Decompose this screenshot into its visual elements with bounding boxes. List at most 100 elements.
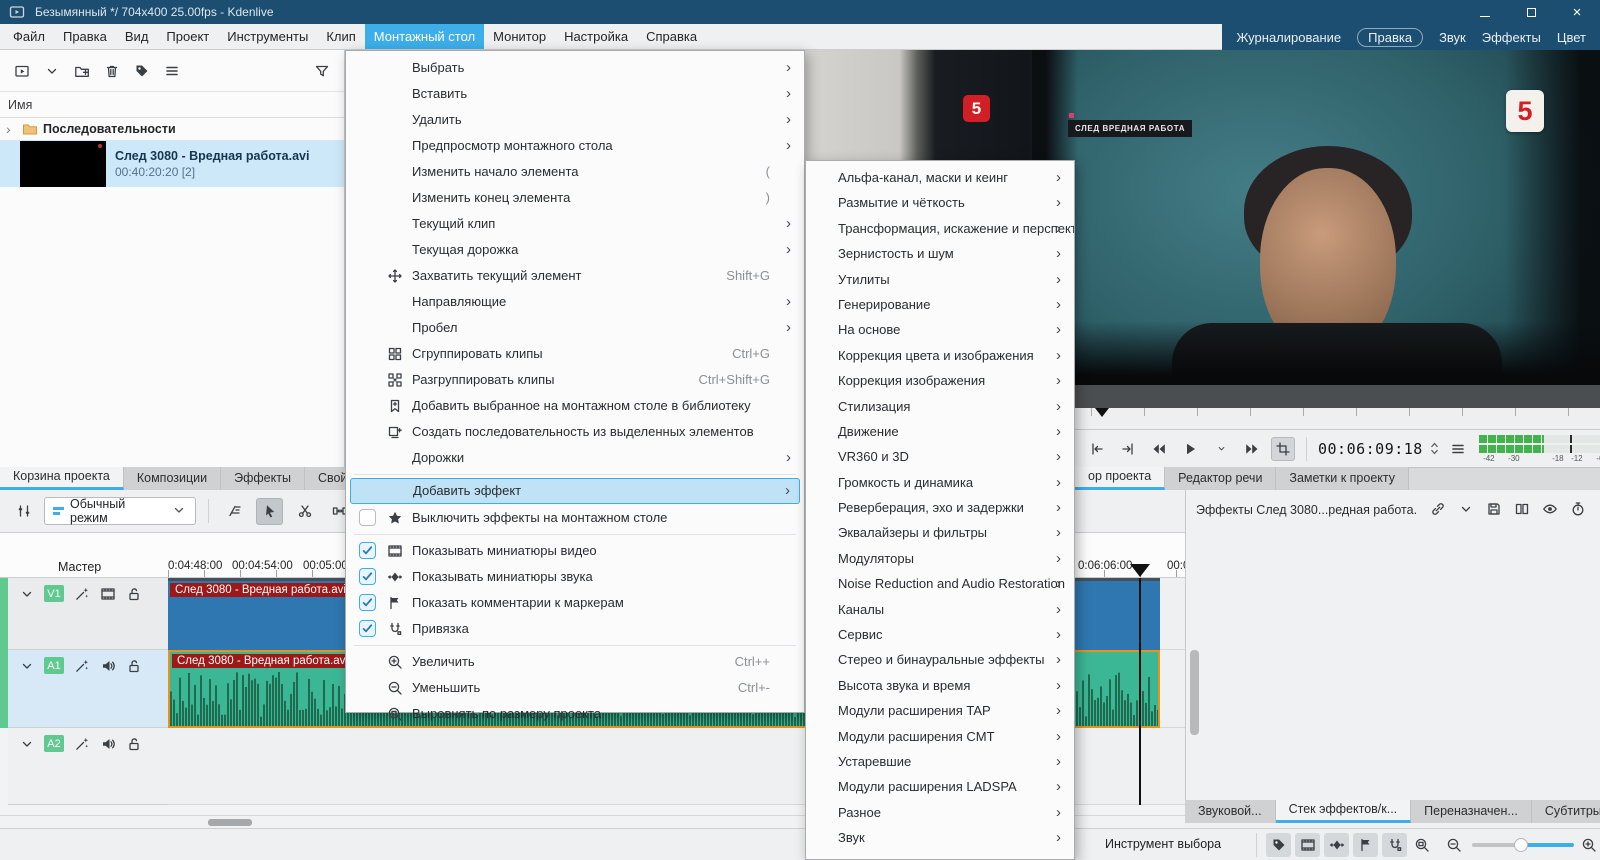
chevron-down-button[interactable] [1457, 500, 1474, 520]
effect-category-2[interactable]: Трансформация, искажение и перспектива› [806, 216, 1074, 241]
monitor-tab-0[interactable]: ор проекта [1075, 467, 1165, 490]
selection-tool-button[interactable] [256, 498, 283, 525]
maximize-button[interactable] [1508, 0, 1554, 24]
play-options-button[interactable] [1209, 437, 1233, 461]
add-clip-button[interactable] [10, 59, 34, 83]
film-toggle-button[interactable] [1295, 833, 1320, 857]
timeline-zoom-slider[interactable] [1472, 836, 1574, 854]
collapse-track-button[interactable] [18, 585, 35, 605]
effect-category-1[interactable]: Размытие и чёткость› [806, 190, 1074, 215]
playhead[interactable] [1130, 564, 1150, 577]
menu-item-18[interactable]: Выключить эффекты на монтажном столе [346, 505, 804, 531]
monitor-playhead[interactable] [1095, 408, 1109, 417]
speaker-button[interactable] [99, 657, 116, 677]
effects-tab-2[interactable]: Переназначен... [1411, 800, 1532, 823]
effect-category-0[interactable]: Альфа-канал, маски и кеинг› [806, 165, 1074, 190]
menu-item-23[interactable]: Привязка [346, 616, 804, 642]
zoom-fit-button[interactable] [1413, 836, 1430, 856]
magic-wand-button[interactable] [73, 735, 90, 755]
timecode-spinner[interactable] [1430, 442, 1439, 455]
effect-category-18[interactable]: Сервис› [806, 622, 1074, 647]
monitor-seek-ruler[interactable] [1030, 408, 1600, 430]
effect-category-22[interactable]: Модули расширения CMT› [806, 724, 1074, 749]
menubar-item-0[interactable]: Файл [4, 24, 54, 49]
zoom-out-button[interactable] [1445, 836, 1462, 856]
effect-category-20[interactable]: Высота звука и время› [806, 673, 1074, 698]
workspace-item-4[interactable]: Цвет [1557, 30, 1586, 45]
monitor-tab-2[interactable]: Заметки к проекту [1276, 467, 1409, 490]
play-button[interactable] [1178, 437, 1202, 461]
menu-item-0[interactable]: Выбрать› [346, 55, 804, 81]
scrollbar-thumb[interactable] [1190, 650, 1199, 735]
menu-item-13[interactable]: Добавить выбранное на монтажном столе в … [346, 393, 804, 419]
tag-toggle-button[interactable] [1266, 833, 1291, 857]
menu-item-22[interactable]: Показать комментарии к маркерам [346, 590, 804, 616]
close-button[interactable]: × [1554, 0, 1600, 24]
speaker-button[interactable] [99, 735, 116, 755]
menu-item-1[interactable]: Вставить› [346, 81, 804, 107]
magic-wand-button[interactable] [73, 585, 90, 605]
menubar-item-8[interactable]: Настройка [555, 24, 637, 49]
menubar-item-1[interactable]: Правка [54, 24, 116, 49]
collapse-track-button[interactable] [18, 657, 35, 677]
effect-category-8[interactable]: Коррекция изображения› [806, 368, 1074, 393]
slider-thumb[interactable] [1514, 838, 1528, 852]
effect-category-5[interactable]: Генерирование› [806, 292, 1074, 317]
menu-item-8[interactable]: Захватить текущий элементShift+G [346, 263, 804, 289]
bin-tab-0[interactable]: Корзина проекта [0, 467, 124, 490]
eye-button[interactable] [1541, 500, 1558, 520]
effects-tab-0[interactable]: Звуковой... [1185, 800, 1276, 823]
fast-forward-button[interactable] [1240, 437, 1264, 461]
effect-category-21[interactable]: Модули расширения TAP› [806, 698, 1074, 723]
timer-button[interactable] [1569, 500, 1586, 520]
menu-item-14[interactable]: Создать последовательность из выделенных… [346, 419, 804, 445]
effect-category-14[interactable]: Эквалайзеры и фильтры› [806, 520, 1074, 545]
menu-item-7[interactable]: Текущая дорожка› [346, 237, 804, 263]
effect-category-7[interactable]: Коррекция цвета и изображения› [806, 343, 1074, 368]
menubar-item-3[interactable]: Проект [157, 24, 218, 49]
effect-category-17[interactable]: Каналы› [806, 597, 1074, 622]
create-folder-button[interactable] [70, 59, 94, 83]
monitor-timecode[interactable]: 00:06:09:18 [1318, 440, 1423, 458]
menubar-item-4[interactable]: Инструменты [218, 24, 317, 49]
minimize-button[interactable] [1462, 0, 1508, 24]
scissors-button[interactable] [291, 498, 318, 525]
effect-category-16[interactable]: Noise Reduction and Audio Restoration› [806, 571, 1074, 596]
effect-category-6[interactable]: На основе› [806, 317, 1074, 342]
bin-clip-row[interactable]: След 3080 - Вредная работа.avi 00:40:20:… [0, 140, 344, 187]
workspace-item-1[interactable]: Правка [1357, 28, 1423, 47]
menu-item-9[interactable]: Направляющие› [346, 289, 804, 315]
menu-item-10[interactable]: Пробел› [346, 315, 804, 341]
effect-category-12[interactable]: Громкость и динамика› [806, 470, 1074, 495]
effect-category-4[interactable]: Утилиты› [806, 267, 1074, 292]
menubar-item-6[interactable]: Монтажный стол [365, 24, 484, 49]
filter-button[interactable] [310, 59, 334, 83]
zoom-in-button[interactable] [1580, 836, 1597, 856]
audio-thumb-toggle-button[interactable] [1324, 833, 1349, 857]
track-mixer-button[interactable] [12, 499, 36, 523]
track-badge-v1[interactable]: V1 [44, 585, 64, 602]
effect-category-15[interactable]: Модуляторы› [806, 546, 1074, 571]
effect-category-19[interactable]: Стерео и бинауральные эффекты› [806, 647, 1074, 672]
menubar-item-9[interactable]: Справка [637, 24, 706, 49]
save-button[interactable] [1485, 500, 1502, 520]
delete-button[interactable] [100, 59, 124, 83]
effects-tab-1[interactable]: Стек эффектов/к... [1276, 800, 1412, 823]
effects-tab-3[interactable]: Субтитры [1532, 800, 1600, 823]
go-to-zone-end-button[interactable] [1116, 437, 1140, 461]
workspace-item-0[interactable]: Журналирование [1236, 30, 1341, 45]
menu-item-15[interactable]: Дорожки› [346, 445, 804, 471]
menu-item-4[interactable]: Изменить начало элемента( [346, 159, 804, 185]
rewind-button[interactable] [1147, 437, 1171, 461]
magnet-toggle-button[interactable] [1382, 833, 1407, 857]
flag-toggle-button[interactable] [1353, 833, 1378, 857]
track-badge-a1[interactable]: A1 [44, 657, 64, 674]
compare-button[interactable] [1513, 500, 1530, 520]
collapse-track-button[interactable] [18, 735, 35, 755]
tag-button[interactable] [130, 59, 154, 83]
edit-mode-button[interactable] [221, 498, 248, 525]
menu-item-3[interactable]: Предпросмотр монтажного стола› [346, 133, 804, 159]
chevron-down-button[interactable] [40, 59, 64, 83]
link-button[interactable] [1429, 500, 1446, 520]
effect-category-10[interactable]: Движение› [806, 419, 1074, 444]
